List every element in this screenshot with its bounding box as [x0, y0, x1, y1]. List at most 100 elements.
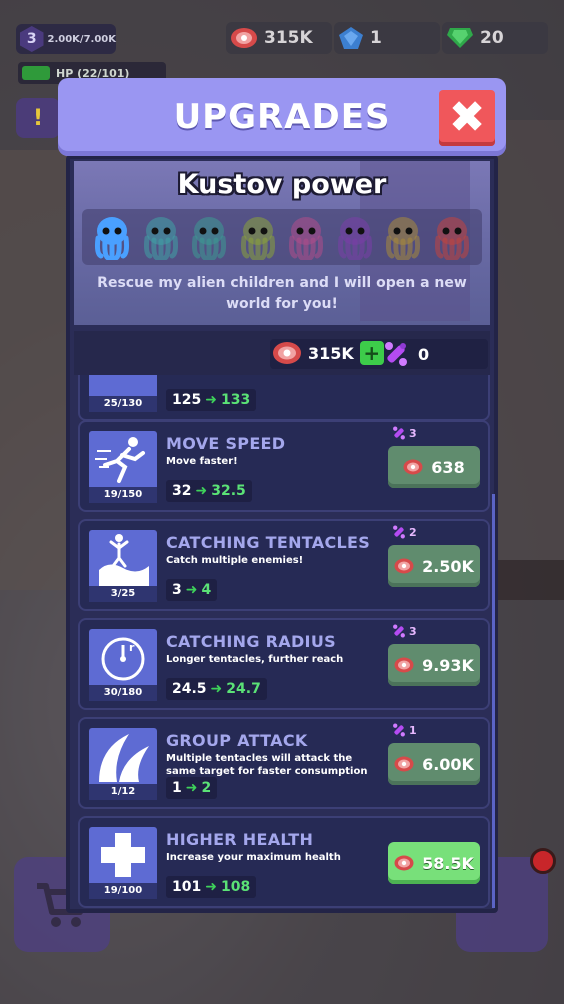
plus-icon: + [363, 341, 381, 365]
modal-title: UPGRADES [173, 97, 391, 137]
upgrade-price: 6.00K [422, 754, 474, 774]
stat-current: 125 [172, 392, 202, 408]
upgrade-description: Multiple tentacles will attack the same … [166, 753, 368, 777]
alien-children-row [82, 209, 482, 265]
upgrade-list[interactable]: 25/130 125 ➜ 133 19/150 MOVE SPEED Move faster… [74, 375, 490, 909]
alien-child-icon [386, 217, 421, 260]
meat-icon [394, 657, 414, 673]
purple-token-icon [393, 723, 405, 737]
alien-child-icon [289, 217, 324, 260]
alien-child-icon [240, 217, 275, 260]
upgrade-level: 1/12 [89, 784, 157, 800]
upgrade-level: 19/150 [89, 487, 157, 503]
upgrade-card: 19/150 MOVE SPEED Move faster! 32 ➜ 32.5 3 638 [78, 420, 490, 512]
upgrade-title: CATCHING TENTACLES [166, 533, 371, 552]
arrow-right-icon: ➜ [210, 681, 223, 697]
meat-icon [273, 342, 301, 364]
upgrade-stat: 1 ➜ 2 [166, 777, 218, 799]
arrow-right-icon: ➜ [185, 582, 198, 598]
alien-child-icon [192, 217, 227, 260]
purple-token-counter: 0 [384, 341, 429, 367]
blue-gem-icon [339, 27, 363, 49]
upgrade-level: 25/130 [89, 396, 157, 412]
upgrade-title: GROUP ATTACK [166, 731, 308, 750]
token-cost-value: 3 [409, 426, 417, 440]
emerald-counter: 20 [442, 22, 548, 54]
add-meat-button[interactable]: + [359, 341, 384, 365]
stat-next: 32.5 [211, 483, 246, 499]
buy-upgrade-button[interactable]: 9.93K [388, 644, 480, 686]
arrow-right-icon: ➜ [185, 780, 198, 796]
buy-upgrade-button[interactable]: 6.00K [388, 743, 480, 785]
token-cost-value: 2 [409, 525, 417, 539]
buy-upgrade-button[interactable]: 638 [388, 446, 480, 488]
stat-current: 1 [172, 780, 182, 796]
upgrade-thumbnail: 1/12 [89, 728, 157, 800]
close-icon: ✖ [448, 92, 486, 143]
meat-icon [394, 756, 414, 772]
buy-upgrade-button[interactable]: 58.5K [388, 842, 480, 884]
kustov-banner: Kustov power Rescue my alien children an… [74, 161, 490, 325]
banner-text: Rescue my alien children and I will open… [97, 275, 467, 312]
upgrade-card: r 30/180 CATCHING RADIUS Longer tentacles, … [78, 618, 490, 710]
upgrade-list-scrollbar[interactable] [492, 494, 495, 908]
upgrade-stat: 3 ➜ 4 [166, 579, 218, 601]
alien-child-icon [95, 217, 130, 260]
upgrade-thumbnail: 19/150 [89, 431, 157, 503]
stat-current: 32 [172, 483, 192, 499]
stat-current: 101 [172, 879, 202, 895]
stat-next: 2 [201, 780, 212, 796]
meat-icon [394, 558, 414, 574]
upgrade-price: 638 [431, 457, 465, 477]
upgrade-level: 19/100 [89, 883, 157, 899]
upgrade-stat: 24.5 ➜ 24.7 [166, 678, 267, 700]
xp-progress: 2.00K/7.00K [47, 33, 117, 45]
buy-upgrade-button[interactable]: 2.50K [388, 545, 480, 587]
upgrade-card: 19/100 HIGHER HEALTH Increase your maximum… [78, 816, 490, 908]
upgrade-stat: 101 ➜ 108 [166, 876, 257, 898]
stat-next: 24.7 [226, 681, 261, 697]
upgrade-price: 58.5K [422, 853, 474, 873]
alien-child-icon [434, 217, 469, 260]
stat-next: 108 [220, 879, 251, 895]
stat-current: 24.5 [172, 681, 207, 697]
meat-icon [394, 855, 414, 871]
hp-fill [22, 66, 50, 80]
purple-token-icon [393, 525, 405, 539]
panel-meat-counter: 315K + [272, 341, 384, 365]
upgrade-thumbnail: 3/25 [89, 530, 157, 602]
close-button[interactable]: ✖ [439, 90, 495, 146]
meat-icon [403, 459, 423, 475]
upgrade-thumbnail: 25/130 [89, 375, 157, 412]
panel-meat-amount: 315K [308, 343, 354, 363]
token-cost: 3 [392, 624, 417, 638]
upgrade-level: 30/180 [89, 685, 157, 701]
upgrade-card: 1/12 GROUP ATTACK Multiple tentacles will … [78, 717, 490, 809]
stat-current: 3 [172, 582, 182, 598]
banner-title: Kustov power [177, 169, 387, 200]
purple-token-icon [393, 426, 405, 440]
upgrade-price: 2.50K [422, 556, 474, 576]
emerald-icon [447, 28, 473, 48]
upgrade-stat: 32 ➜ 32.5 [166, 480, 252, 502]
gem-amount: 1 [370, 28, 382, 48]
stat-next: 133 [220, 392, 251, 408]
stat-next: 4 [201, 582, 212, 598]
upgrade-card: 3/25 CATCHING TENTACLES Catch multiple ene… [78, 519, 490, 611]
upgrade-stat: 125 ➜ 133 [166, 389, 257, 411]
level-indicator: 3 2.00K/7.00K [16, 24, 116, 54]
exclamation-icon: ! [32, 105, 44, 131]
alert-button[interactable]: ! [16, 98, 60, 138]
upgrade-title: MOVE SPEED [166, 434, 286, 453]
purple-token-icon [393, 624, 405, 638]
level-hex-icon: 3 [20, 26, 44, 52]
upgrade-description: Catch multiple enemies! [166, 555, 304, 566]
svg-text:r: r [129, 641, 135, 654]
token-cost: 1 [392, 723, 417, 737]
emerald-amount: 20 [480, 28, 504, 48]
upgrade-price: 9.93K [422, 655, 474, 675]
gem-counter: 1 [334, 22, 440, 54]
upgrade-description: Longer tentacles, further reach [166, 654, 344, 665]
purple-token-amount: 0 [418, 344, 430, 364]
alien-child-icon [143, 217, 178, 260]
